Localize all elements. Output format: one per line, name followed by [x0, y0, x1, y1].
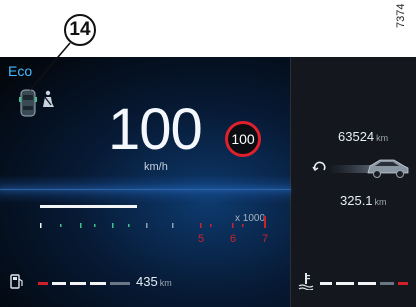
tachometer-bar — [40, 205, 137, 208]
seatbelt-warning-icon — [43, 90, 54, 107]
trip-value: 325.1 — [340, 193, 373, 208]
rpm-label-6: 6 — [230, 233, 237, 245]
coolant-temperature-gauge — [320, 282, 408, 285]
fuel-range: 435 km — [136, 274, 172, 289]
odometer-value: 63524 — [338, 129, 375, 144]
odometer-unit: km — [376, 133, 389, 143]
car-top-view-icon — [19, 89, 37, 117]
rpm-label-5: 5 — [198, 233, 205, 245]
fuel-level-gauge — [38, 282, 130, 285]
reference-code: 7374 — [395, 4, 407, 29]
tachometer-scale — [40, 216, 266, 228]
trip-unit: km — [374, 197, 387, 207]
fuel-pump-icon — [10, 274, 23, 289]
trip-reset-icon — [312, 161, 326, 171]
horizon-line — [0, 189, 291, 190]
speed-limit-sign: 100 — [225, 121, 261, 157]
range-unit: km — [159, 278, 172, 288]
instrument-cluster-display: Eco 100 km/h 100 x 1000 5 6 7 63524 km 3… — [0, 57, 416, 307]
trip-distance: 325.1 km — [340, 193, 387, 208]
vehicle-side-icon — [328, 159, 409, 178]
right-info-panel — [291, 57, 416, 307]
coolant-temperature-icon — [298, 273, 314, 290]
drive-mode-label: Eco — [8, 63, 33, 79]
speed-readout: 100 — [108, 97, 203, 162]
range-value: 435 — [136, 274, 158, 289]
callout-marker: 14 — [64, 14, 96, 46]
odometer: 63524 km — [338, 129, 388, 144]
speed-unit: km/h — [144, 161, 168, 173]
rpm-label-7: 7 — [262, 233, 269, 245]
